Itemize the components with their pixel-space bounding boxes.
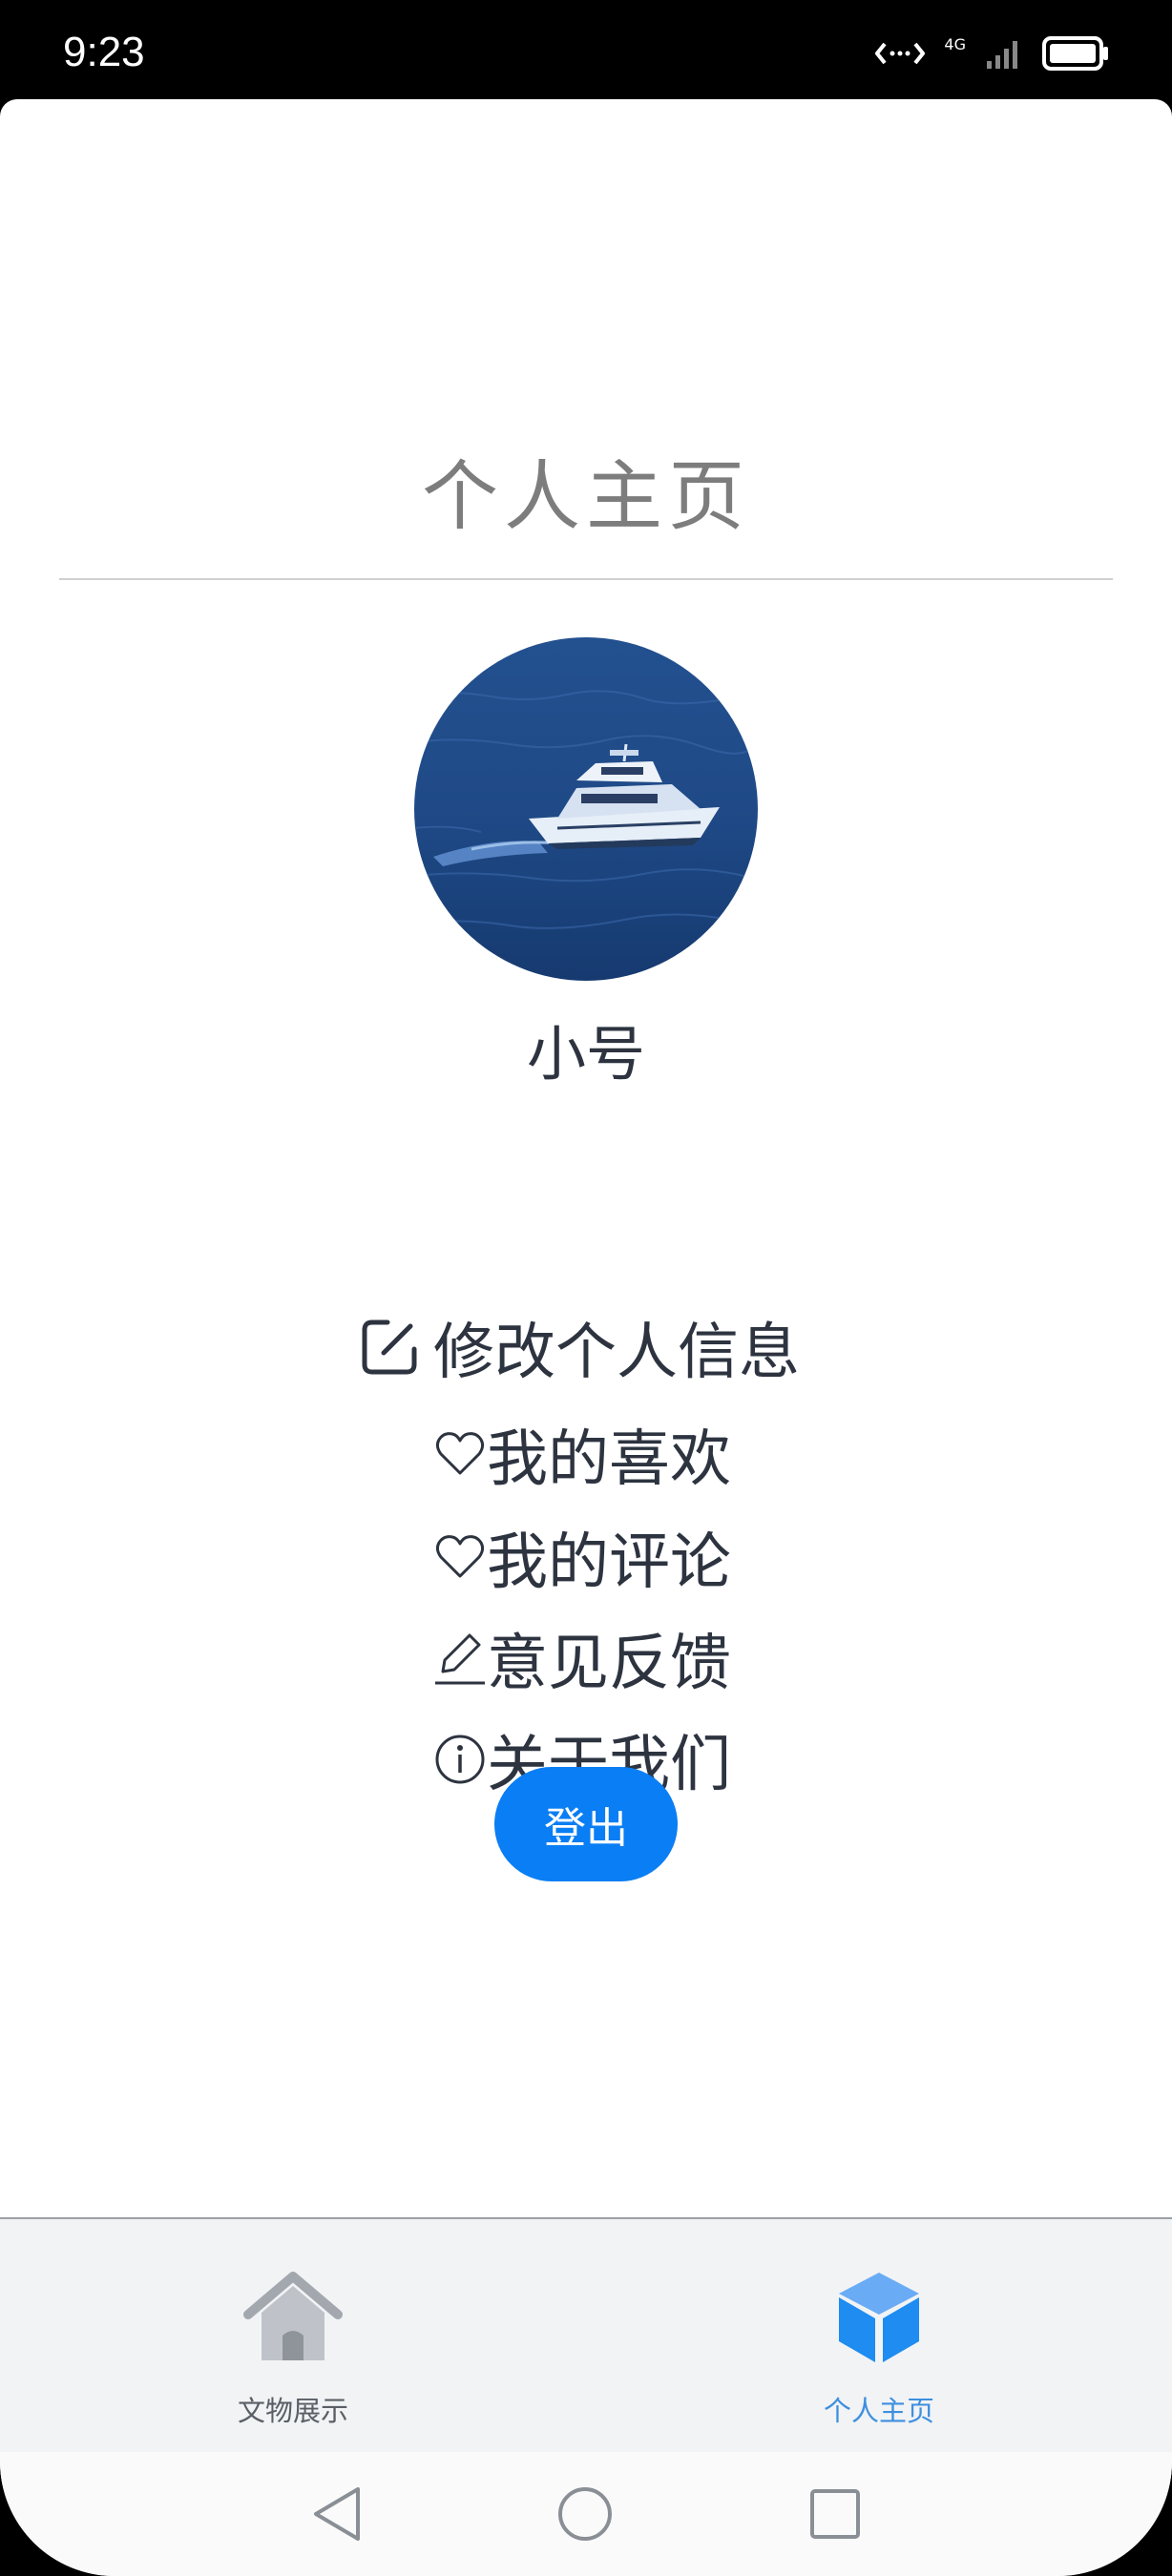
pen-icon	[433, 1628, 487, 1689]
data-transfer-icon	[875, 42, 926, 65]
bottom-tab-bar: 文物展示 个人主页	[0, 2217, 1172, 2452]
home-circle-icon[interactable]	[552, 2481, 618, 2547]
recents-icon[interactable]	[802, 2481, 869, 2547]
menu-label: 我的喜欢	[487, 1424, 731, 1495]
yacht-image	[414, 637, 758, 981]
status-time: 9:23	[63, 29, 145, 75]
tab-artifacts[interactable]: 文物展示	[0, 2219, 586, 2454]
cube-icon	[831, 2269, 927, 2368]
heart-icon	[433, 1427, 487, 1481]
menu-feedback[interactable]: 意见反馈	[433, 1614, 731, 1702]
title-divider	[59, 578, 1113, 580]
battery-icon	[1042, 36, 1108, 71]
info-icon	[433, 1733, 487, 1786]
status-bar: 9:23 4G	[0, 0, 1172, 103]
menu-label: 修改个人信息	[433, 1318, 800, 1388]
profile-screen: 个人主页 小号 修改个人信息 我的喜欢 我的评论 意见反馈 关于我们 登出 文物…	[0, 99, 1172, 2576]
menu-my-comments[interactable]: 我的评论	[433, 1513, 731, 1601]
menu-my-likes[interactable]: 我的喜欢	[433, 1410, 731, 1498]
menu-edit-profile[interactable]: 修改个人信息	[359, 1303, 800, 1391]
menu-label: 我的评论	[487, 1527, 731, 1598]
tab-label: 个人主页	[823, 2395, 934, 2427]
back-icon[interactable]	[303, 2481, 370, 2547]
status-icons: 4G	[875, 34, 1109, 71]
system-nav-bar	[0, 2452, 1172, 2576]
logout-button[interactable]: 登出	[494, 1767, 678, 1881]
signal-icon	[987, 41, 1017, 69]
username: 小号	[526, 1019, 645, 1089]
tab-label: 文物展示	[237, 2395, 348, 2427]
home-icon	[241, 2269, 345, 2368]
edit-square-icon	[359, 1317, 420, 1378]
heart-icon	[433, 1530, 487, 1584]
page-title: 个人主页	[422, 452, 750, 541]
tab-profile[interactable]: 个人主页	[586, 2219, 1172, 2454]
menu-label: 意见反馈	[487, 1629, 731, 1699]
network-type: 4G	[944, 34, 966, 53]
avatar[interactable]	[414, 637, 758, 981]
